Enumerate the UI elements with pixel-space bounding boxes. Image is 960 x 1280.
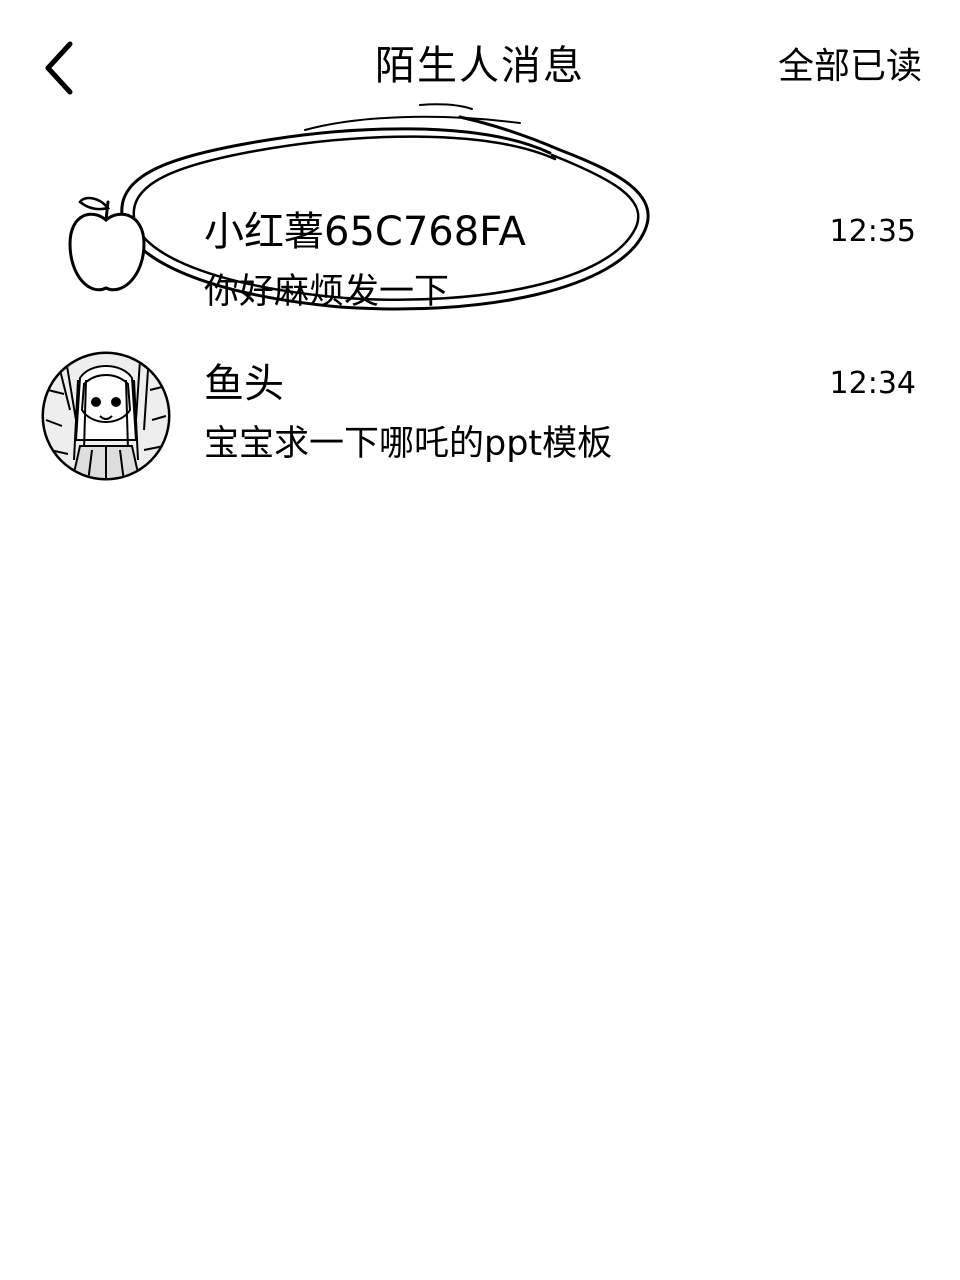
conversation-name: 鱼头 [204, 361, 284, 407]
conversation-name: 小红薯65C768FA [204, 209, 526, 255]
conversation-item[interactable]: 鱼头 宝宝求一下哪吒的ppt模板 12:34 [0, 350, 960, 530]
conversation-preview: 你好麻烦发一下 [204, 272, 450, 312]
conversation-time: 12:35 [829, 214, 916, 249]
conversation-preview: 宝宝求一下哪吒的ppt模板 [204, 424, 613, 464]
apple-outline-icon [68, 196, 146, 292]
anime-girl-avatar [41, 351, 171, 481]
top-nav-bar: 陌生人消息 全部已读 [0, 0, 960, 130]
conversation-item[interactable]: 小红薯65C768FA 你好麻烦发一下 12:35 [0, 170, 960, 350]
conversation-time: 12:34 [829, 366, 916, 401]
mark-all-read-button[interactable]: 全部已读 [778, 40, 922, 94]
